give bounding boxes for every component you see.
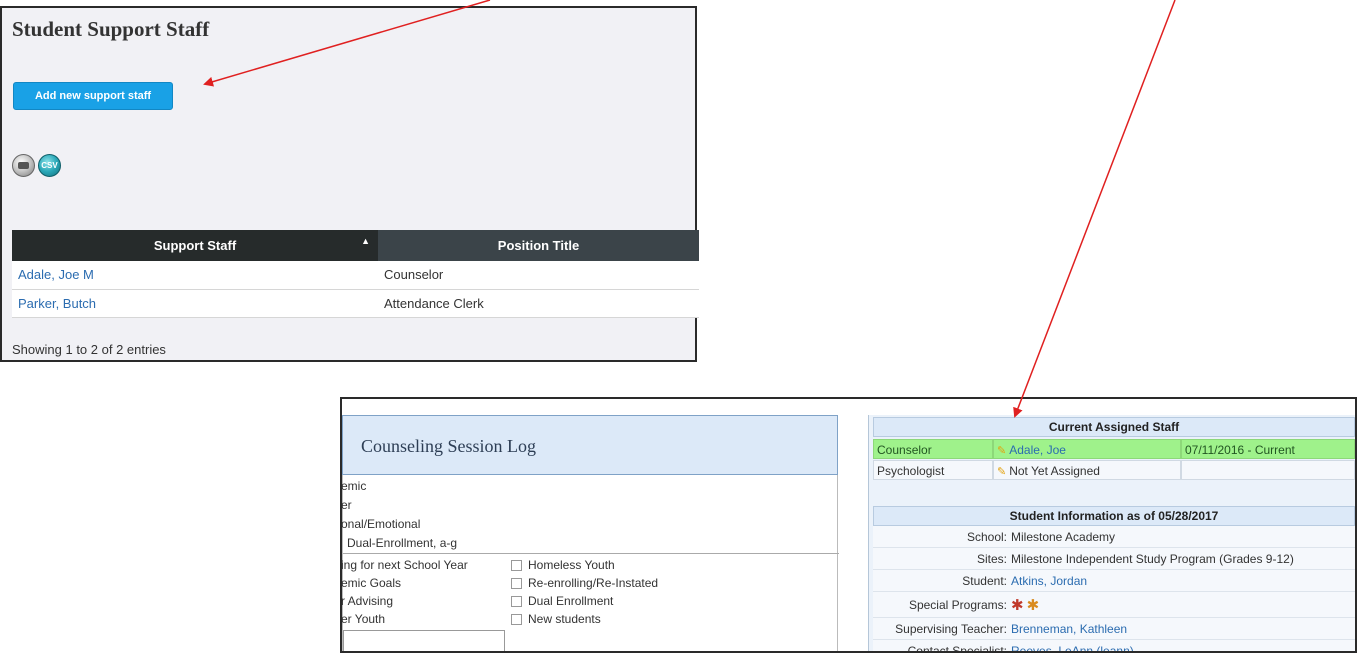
info-label: Student: [962,574,1007,588]
position-title-cell: Counselor [378,261,699,290]
checkbox[interactable] [511,577,522,589]
staff-name-link[interactable]: Parker, Butch [12,289,378,318]
info-value: Milestone Independent Study Program (Gra… [1011,552,1294,566]
special-program-icon[interactable]: ✱ [1027,593,1040,619]
checkbox[interactable] [511,595,522,607]
special-programs-icons: ✱ ✱ [1011,592,1042,619]
info-row-school: School: Milestone Academy [873,526,1355,548]
assigned-staff-area: Current Assigned Staff Counselor ✎ Adale,… [868,415,1355,653]
staff-role-cell: Psychologist [873,460,993,480]
category-item[interactable]: Dual-Enrollment, a-g [347,536,457,550]
assignment-dates-cell: 07/11/2016 - Current [1181,439,1355,459]
supervising-teacher-link[interactable]: Brenneman, Kathleen [1011,618,1127,640]
checkbox-label: r Advising [341,594,394,608]
counseling-panel: Counseling Session Log emic er onal/Emot… [340,397,1357,653]
column-header-support-staff[interactable]: Support Staff ▲ [12,230,378,261]
position-title-cell: Attendance Clerk [378,289,699,318]
annotation-arrow-to-assigned-staff [1013,0,1176,418]
info-label: Contact Specialist: [907,644,1007,653]
counseling-categories: emic er onal/Emotional Dual-Enrollment, … [341,475,839,651]
checkbox[interactable] [511,613,522,625]
special-program-icon[interactable]: ✱ [1011,593,1024,619]
category-item[interactable]: emic [342,479,366,493]
checkbox-label: Dual Enrollment [528,594,614,608]
page-title: Student Support Staff [12,17,210,41]
checkbox-item[interactable]: Dual Enrollment [511,594,613,608]
support-staff-panel: Student Support Staff Add new support st… [0,6,699,362]
info-row-supervising-teacher: Supervising Teacher: Brenneman, Kathleen [873,618,1355,640]
assigned-psychologist-cell[interactable]: ✎ Not Yet Assigned [993,460,1181,480]
export-icons: CSV [12,154,61,177]
info-label: Supervising Teacher: [895,622,1007,636]
info-row-special-programs: Special Programs: ✱ ✱ [873,592,1355,618]
checkbox-label: New students [528,612,601,626]
info-row-contact-specialist: Contact Specialist: Reeves, LeAnn (leann… [873,640,1355,653]
info-row-student: Student: Atkins, Jordan [873,570,1355,592]
category-item[interactable]: er [342,498,352,512]
edit-pencil-icon[interactable]: ✎ [997,466,1006,478]
contact-specialist-link[interactable]: Reeves, LeAnn (leann) [1011,640,1134,651]
add-support-staff-button[interactable]: Add new support staff [13,82,173,110]
student-name-link[interactable]: Atkins, Jordan [1011,570,1087,592]
counseling-log-title: Counseling Session Log [361,436,537,456]
checkbox-item[interactable]: er Youth [341,612,386,626]
staff-role-cell: Counselor [873,439,993,459]
info-label: Special Programs: [908,598,1007,612]
print-icon[interactable] [12,154,35,177]
table-row: Parker, Butch Attendance Clerk [12,289,699,318]
checkbox-label: Re-enrolling/Re-Instated [528,576,659,590]
table-entries-info: Showing 1 to 2 of 2 entries [12,342,166,357]
checkbox-label: Homeless Youth [528,558,615,572]
column-header-position-title[interactable]: Position Title [378,230,699,261]
checkbox-item[interactable]: ing for next School Year [341,558,468,572]
checkbox-item[interactable]: emic Goals [341,576,402,590]
table-header-row: Support Staff ▲ Position Title [12,230,699,261]
checkbox-item[interactable]: Re-enrolling/Re-Instated [511,576,658,590]
notes-input[interactable] [343,630,505,651]
assigned-name: Not Yet Assigned [1009,464,1100,478]
info-label: School: [966,530,1007,544]
info-value: Milestone Academy [1011,530,1116,544]
counseling-log-header: Counseling Session Log [342,415,838,475]
checkbox-item[interactable]: Homeless Youth [511,558,615,572]
assigned-staff-header: Current Assigned Staff [873,417,1355,437]
info-label: Sites: [976,552,1007,566]
assigned-counselor-link[interactable]: ✎ Adale, Joe [993,439,1181,459]
staff-name-link[interactable]: Adale, Joe M [12,261,378,290]
category-item[interactable]: onal/Emotional [342,517,420,531]
csv-icon[interactable]: CSV [38,154,61,177]
checkbox-label: er Youth [341,612,386,626]
checkbox-item[interactable]: New students [511,612,601,626]
column-header-label: Support Staff [153,238,237,253]
assignment-dates-cell [1181,460,1355,480]
edit-pencil-icon[interactable]: ✎ [997,445,1006,457]
screenshot-stage: Student Support Staff Add new support st… [0,0,1357,653]
info-row-sites: Sites: Milestone Independent Study Progr… [873,548,1355,570]
table-row: Adale, Joe M Counselor [12,261,699,290]
checkbox-label: ing for next School Year [341,558,468,572]
assigned-name: Adale, Joe [1009,443,1066,457]
support-staff-table: Support Staff ▲ Position Title Adale, Jo… [12,230,699,318]
student-info-header: Student Information as of 05/28/2017 [873,506,1355,526]
checkbox[interactable] [511,559,522,571]
sort-ascending-icon[interactable]: ▲ [361,236,370,246]
checkbox-label: emic Goals [341,576,402,590]
divider [343,553,839,554]
checkbox-item[interactable]: r Advising [341,594,394,608]
